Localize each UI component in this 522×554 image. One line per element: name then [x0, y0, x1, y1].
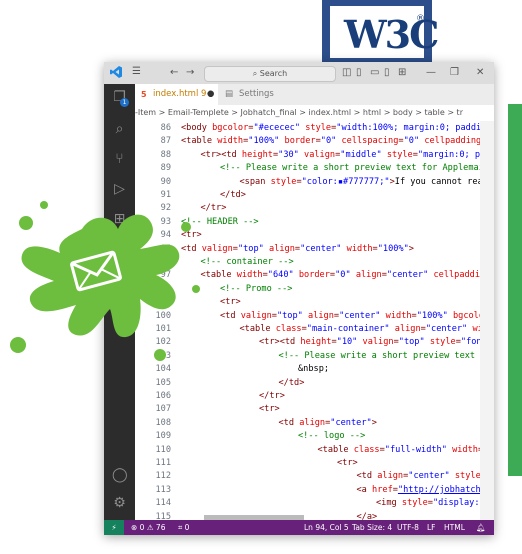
search-icon[interactable]: ⌕ — [112, 122, 127, 137]
line-number: 110 — [155, 444, 171, 455]
code-line[interactable]: <!-- Please write a short preview text f… — [279, 351, 495, 361]
toggle-secondary-sidebar-icon[interactable]: ▯ — [384, 67, 390, 78]
vscode-logo-icon — [110, 66, 122, 78]
title-bar: ☰ ← → ⌕ Search ◫ ▯ ▭ ▯ ⊞ — ❐ ✕ — [104, 62, 494, 84]
notifications-bell-icon[interactable]: 🔔︎ — [476, 520, 486, 535]
splat-shape — [21, 214, 180, 338]
line-number: 107 — [155, 404, 171, 415]
source-control-icon[interactable]: ⑂ — [112, 152, 127, 167]
code-line[interactable]: <td align="center" style="li — [357, 471, 495, 481]
command-search-box[interactable]: ⌕ Search — [204, 66, 336, 82]
code-line[interactable]: </tr> — [259, 391, 285, 401]
tab-index-html[interactable]: 5 index.html 9+ ● — [135, 84, 218, 105]
status-bar: ⚡ ⊗ 0 ⚠ 76 ⌗ 0 Ln 94, Col 5 Tab Size: 4 … — [104, 520, 494, 535]
code-line[interactable]: <a href="http://jobhatch.com — [357, 485, 495, 495]
forward-arrow-icon[interactable]: → — [186, 67, 194, 78]
editor-tabs: 5 index.html 9+ ● ▤ Settings — [135, 84, 494, 106]
code-line[interactable]: <body bgcolor="#ececec" style="width:100… — [181, 123, 494, 133]
code-line[interactable]: </a> — [357, 512, 378, 520]
back-arrow-icon[interactable]: ← — [170, 67, 178, 78]
unsaved-dot-icon[interactable]: ● — [207, 84, 214, 105]
email-splat-graphic — [10, 201, 200, 361]
code-line[interactable]: &nbsp; — [298, 364, 329, 374]
layout-panel-icon[interactable]: ◫ — [342, 67, 351, 78]
line-number: 88 — [160, 149, 171, 160]
ports-count[interactable]: ⌗ 0 — [178, 520, 189, 535]
tab-size[interactable]: Tab Size: 4 — [352, 520, 392, 535]
line-number: 105 — [155, 377, 171, 388]
toggle-sidebar-icon[interactable]: ▯ — [356, 67, 362, 78]
explorer-badge: 1 — [120, 98, 129, 107]
toggle-panel-icon[interactable]: ▭ — [370, 67, 379, 78]
line-number: 114 — [155, 498, 171, 509]
code-line[interactable]: <td valign="top" align="center" width="1… — [181, 244, 414, 254]
restore-icon[interactable]: ❐ — [450, 67, 459, 78]
line-number: 90 — [160, 176, 171, 187]
breadcrumb-text: -Item > Email-Templete > Jobhatch_final … — [135, 108, 463, 117]
code-line[interactable]: <tr><td height="30" valign="middle" styl… — [201, 150, 495, 160]
line-number: 112 — [155, 471, 171, 482]
tab-settings[interactable]: ▤ Settings — [219, 84, 289, 105]
code-line[interactable]: <tr> — [259, 404, 280, 414]
search-icon: ⌕ — [252, 69, 260, 78]
tab-label: index.html 9+ — [153, 89, 214, 99]
registered-mark: ® — [416, 14, 425, 24]
settings-file-icon: ▤ — [225, 89, 234, 99]
encoding[interactable]: UTF-8 — [397, 520, 419, 535]
minimize-icon[interactable]: — — [426, 67, 436, 78]
end-of-line[interactable]: LF — [427, 520, 436, 535]
code-line[interactable]: <td valign="top" align="center" width="1… — [220, 311, 494, 321]
code-line[interactable]: </td> — [220, 190, 246, 200]
code-line[interactable]: <!-- container --> — [201, 257, 294, 267]
language-mode[interactable]: HTML — [444, 520, 465, 535]
code-line[interactable]: <table width="100%" border="0" cellspaci… — [181, 136, 494, 146]
line-number: 89 — [160, 163, 171, 174]
line-number: 86 — [160, 123, 171, 133]
code-line[interactable]: <tr> — [337, 458, 358, 468]
code-line[interactable]: <table width="640" border="0" align="cen… — [201, 270, 495, 280]
remote-indicator[interactable]: ⚡ — [104, 520, 124, 535]
w3c-logo-panel: W3C ® — [330, 6, 439, 58]
decorative-green-bar — [508, 104, 522, 476]
code-line[interactable]: <!-- logo --> — [298, 431, 365, 441]
line-number: 87 — [160, 136, 171, 147]
code-line[interactable]: <!-- Please write a short preview text f… — [220, 163, 494, 173]
html-file-icon: 5 — [141, 90, 147, 99]
vertical-scrollbar[interactable] — [480, 121, 494, 520]
code-line[interactable]: <!-- Promo --> — [220, 284, 292, 294]
line-number: 109 — [155, 431, 171, 442]
customize-layout-icon[interactable]: ⊞ — [398, 67, 406, 78]
account-icon[interactable]: ◯ — [112, 468, 128, 483]
code-line[interactable]: <tr><td height="10" valign="top" style="… — [259, 337, 494, 347]
line-number: 106 — [155, 391, 171, 401]
breadcrumb[interactable]: -Item > Email-Templete > Jobhatch_final … — [135, 105, 494, 121]
line-number: 108 — [155, 417, 171, 428]
code-line[interactable]: <img style="display:bloc — [376, 498, 494, 508]
menu-icon[interactable]: ☰ — [132, 66, 141, 77]
w3c-badge: W3C ® — [322, 0, 439, 64]
search-label: Search — [259, 69, 288, 78]
line-number: 113 — [155, 484, 171, 495]
line-number: 115 — [155, 511, 171, 520]
code-line[interactable]: <td align="center"> — [279, 418, 377, 428]
close-icon[interactable]: ✕ — [476, 67, 484, 78]
code-line[interactable]: <table class="full-width" width="61 — [318, 445, 495, 455]
cursor-position[interactable]: Ln 94, Col 5 — [304, 520, 349, 535]
line-number: 111 — [155, 458, 171, 468]
code-line[interactable]: <span style="color:▪#777777;">If you can… — [240, 177, 495, 187]
settings-gear-icon[interactable]: ⚙ — [112, 496, 127, 511]
tab-label: Settings — [239, 89, 274, 99]
code-line[interactable]: <tr> — [220, 297, 241, 307]
code-line[interactable]: </td> — [279, 378, 305, 388]
code-line[interactable]: <table class="main-container" align="cen… — [240, 324, 495, 334]
problems-count[interactable]: ⊗ 0 ⚠ 76 — [131, 520, 165, 535]
